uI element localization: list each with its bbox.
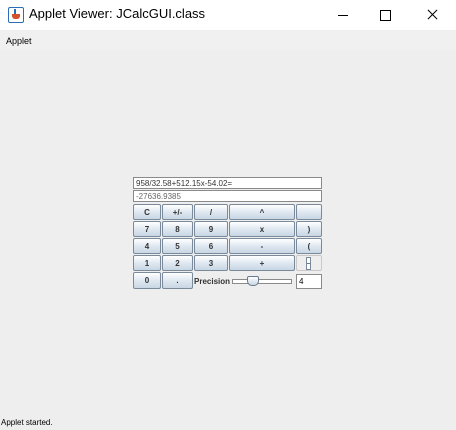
menu-applet[interactable]: Applet: [6, 36, 32, 46]
open-paren-button[interactable]: (: [296, 238, 322, 254]
multiply-button[interactable]: x: [229, 221, 295, 237]
two-button[interactable]: 2: [162, 255, 193, 271]
decimal-button[interactable]: .: [162, 272, 193, 289]
zero-button[interactable]: 0: [133, 272, 161, 289]
menu-bar: Applet: [0, 31, 456, 50]
minimize-icon: [338, 15, 348, 16]
eight-button[interactable]: 8: [162, 221, 193, 237]
plus-button[interactable]: +: [229, 255, 295, 271]
title-bar: Applet Viewer: JCalcGUI.class: [0, 0, 456, 30]
four-button[interactable]: 4: [133, 238, 161, 254]
minus-button[interactable]: -: [229, 238, 295, 254]
one-button[interactable]: 1: [133, 255, 161, 271]
window-title: Applet Viewer: JCalcGUI.class: [29, 6, 206, 21]
status-text: Applet started.: [1, 418, 53, 427]
precision-slider[interactable]: [232, 274, 292, 288]
close-paren-button[interactable]: ): [296, 221, 322, 237]
three-button[interactable]: 3: [194, 255, 228, 271]
five-button[interactable]: 5: [162, 238, 193, 254]
divide-button[interactable]: /: [194, 204, 228, 220]
slider-thumb[interactable]: [247, 276, 259, 286]
seven-button[interactable]: 7: [133, 221, 161, 237]
slider-track: [232, 279, 292, 284]
precision-field[interactable]: 4: [296, 274, 322, 289]
maximize-icon: [380, 10, 391, 21]
minimize-button[interactable]: [322, 0, 368, 30]
plus-minus-button[interactable]: +/-: [162, 204, 193, 220]
maximize-button[interactable]: [364, 0, 410, 30]
power-button[interactable]: ^: [229, 204, 295, 220]
result-field[interactable]: -27636.9385: [133, 190, 322, 202]
java-cup-icon: [8, 7, 24, 23]
blank-button[interactable]: [296, 204, 322, 220]
vertical-scrollbar[interactable]: [306, 257, 311, 270]
expression-field[interactable]: 958/32.58+512.15x-54.02=: [133, 177, 322, 189]
scroll-cell: [296, 255, 322, 271]
clear-button[interactable]: C: [133, 204, 161, 220]
six-button[interactable]: 6: [194, 238, 228, 254]
close-button[interactable]: [410, 0, 456, 30]
nine-button[interactable]: 9: [194, 221, 228, 237]
precision-label: Precision: [194, 277, 231, 286]
